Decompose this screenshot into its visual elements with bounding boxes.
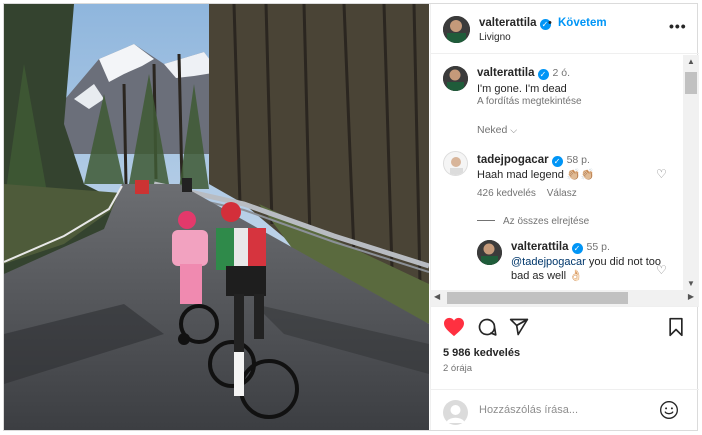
reply-username[interactable]: valterattila	[511, 241, 569, 253]
hide-replies-button[interactable]: Az összes elrejtése	[477, 216, 589, 227]
chevron-down-icon: ⌵	[510, 125, 518, 135]
scroll-left-arrow-icon[interactable]: ◀	[434, 292, 440, 301]
comment-meta: 426 kedvelés Válasz	[477, 188, 577, 199]
reply-text: @tadejpogacar you did not too bad as wel…	[511, 255, 661, 283]
caption-header: valterattila ✓ 2 ó.	[477, 67, 570, 80]
reply-header: valterattila ✓ 55 p.	[511, 241, 610, 254]
post-header: valterattila ✓ • Követem Livigno •••	[431, 4, 699, 54]
current-user-avatar	[443, 400, 468, 425]
bookmark-icon[interactable]	[667, 317, 685, 340]
likes-count[interactable]: 5 986 kedvelés	[443, 347, 520, 359]
caption-avatar[interactable]	[443, 66, 468, 91]
verified-badge-icon: ✓	[551, 156, 563, 167]
author-avatar[interactable]	[443, 16, 470, 43]
horizontal-scroll-thumb[interactable]	[447, 292, 628, 304]
divider-line	[477, 220, 495, 221]
scroll-up-arrow-icon[interactable]: ▲	[687, 57, 695, 66]
post-actions: 5 986 kedvelés 2 órája	[431, 306, 699, 430]
post-window: valterattila ✓ • Követem Livigno ••• valt…	[3, 3, 699, 431]
more-options-icon[interactable]: •••	[669, 18, 687, 34]
caption-time[interactable]: 2 ó.	[553, 67, 571, 79]
comment-time[interactable]: 58 p.	[567, 154, 590, 166]
vertical-scrollbar[interactable]: ▲ ▼	[683, 55, 699, 290]
see-translation-link[interactable]: A fordítás megtekintése	[477, 96, 582, 107]
comment-username[interactable]: tadejpogacar	[477, 154, 549, 166]
scroll-thumb[interactable]	[685, 72, 697, 94]
comment-likes-link[interactable]: 426 kedvelés	[477, 188, 536, 199]
author-username[interactable]: valterattila ✓	[479, 17, 551, 30]
reply-time[interactable]: 55 p.	[587, 241, 610, 253]
verified-badge-icon: ✓	[571, 243, 583, 254]
add-comment-bar	[431, 389, 699, 431]
comments-list[interactable]: valterattila ✓ 2 ó. I'm gone. I'm dead A f…	[431, 55, 683, 290]
separator-dot: •	[548, 17, 552, 29]
share-icon[interactable]	[509, 317, 529, 340]
commenter-avatar[interactable]	[443, 151, 468, 176]
post-age[interactable]: 2 órája	[443, 363, 472, 374]
post-location[interactable]: Livigno	[479, 32, 511, 43]
reply-button[interactable]: Válasz	[547, 188, 577, 199]
scroll-right-arrow-icon[interactable]: ▶	[688, 292, 694, 301]
like-heart-icon[interactable]	[443, 317, 465, 340]
hide-replies-label: Az összes elrejtése	[503, 216, 590, 227]
verified-badge-icon: ✓	[537, 69, 549, 80]
scroll-down-arrow-icon[interactable]: ▼	[687, 279, 695, 288]
like-reply-heart-icon[interactable]: ♡	[656, 263, 667, 277]
caption-username[interactable]: valterattila	[477, 67, 535, 79]
add-comment-input[interactable]	[479, 404, 649, 416]
post-photo[interactable]	[4, 4, 429, 430]
comment-header: tadejpogacar ✓ 58 p.	[477, 154, 590, 167]
mention-link[interactable]: @tadejpogacar	[511, 256, 586, 268]
post-side-panel: valterattila ✓ • Követem Livigno ••• valt…	[430, 4, 699, 430]
emoji-icon[interactable]	[659, 400, 679, 423]
liked-by-link[interactable]: Neked ⌵	[477, 124, 517, 136]
comment-text: Haah mad legend 👏🏼👏🏼	[477, 169, 595, 181]
comment-icon[interactable]	[477, 317, 497, 340]
following-button[interactable]: Követem	[558, 17, 607, 29]
horizontal-scrollbar[interactable]: ◀ ▶	[431, 290, 699, 306]
like-comment-heart-icon[interactable]: ♡	[656, 167, 667, 181]
cycling-photo	[4, 4, 429, 430]
reply-avatar[interactable]	[477, 240, 502, 265]
caption-text: I'm gone. I'm dead	[477, 83, 567, 95]
